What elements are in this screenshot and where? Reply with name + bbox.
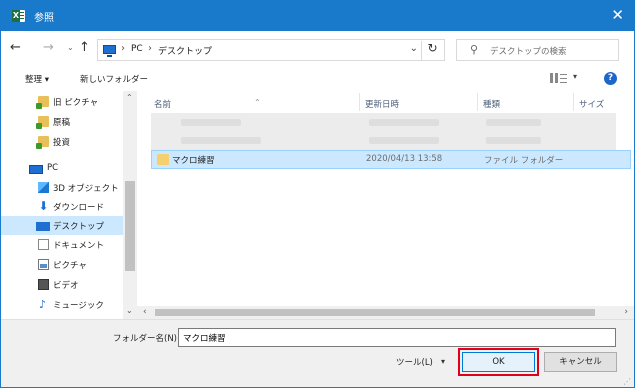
folder-name-field[interactable]: マクロ練習 — [178, 328, 616, 347]
sidebar-item-pc[interactable]: PC — [1, 159, 123, 178]
folder-icon — [36, 136, 49, 149]
scrollbar-thumb[interactable] — [155, 309, 595, 316]
breadcrumb-desktop[interactable]: デスクトップ — [158, 44, 212, 57]
sidebar-item-label: ピクチャ — [53, 261, 87, 271]
sidebar-item-label: PC — [47, 163, 59, 173]
view-options-icon[interactable] — [550, 72, 572, 84]
sidebar-item-label: 旧 ピクチャ — [53, 98, 99, 108]
sidebar-item-label: ドキュメント — [53, 241, 105, 251]
sidebar-item-label: デスクトップ — [53, 222, 105, 232]
dialog-footer: フォルダー名(N): マクロ練習 ツール(L) ▾ OK キャンセル ⋰ — [1, 319, 634, 387]
sidebar-item-old-pictures[interactable]: 旧 ピクチャ — [1, 92, 123, 111]
command-bar: 整理 ▾ 新しいフォルダー ▾ ? — [1, 67, 634, 91]
column-header-modified[interactable]: 更新日時 — [365, 98, 399, 110]
view-dropdown-icon[interactable]: ▾ — [573, 72, 577, 81]
music-icon: ♪ — [39, 298, 47, 311]
close-icon[interactable]: ✕ — [611, 7, 624, 23]
scroll-left-icon[interactable]: ‹ — [143, 307, 147, 317]
sidebar-item-label: 投資 — [53, 138, 71, 148]
sidebar-item-videos[interactable]: ビデオ — [1, 275, 123, 294]
redacted-row — [151, 131, 616, 150]
refresh-button[interactable]: ↻ — [421, 41, 443, 61]
videos-icon — [38, 279, 49, 290]
browse-dialog: X 参照 ✕ ← → ⌄ ↑ › PC › デスクトップ ⌄ ↻ ⚲ デスクトッ… — [0, 0, 635, 388]
address-dropdown-icon[interactable]: ⌄ — [410, 43, 418, 54]
search-input[interactable]: ⚲ デスクトップの検索 — [456, 39, 619, 61]
file-name: マクロ練習 — [172, 156, 215, 166]
scrollbar-thumb[interactable] — [125, 181, 135, 271]
organize-button[interactable]: 整理 ▾ — [25, 73, 49, 85]
sidebar-item-manuscript[interactable]: 原稿 — [1, 112, 123, 131]
search-icon: ⚲ — [470, 43, 479, 56]
pictures-icon — [38, 259, 49, 270]
folder-icon — [36, 96, 49, 109]
sidebar-item-music[interactable]: ♪ ミュージック — [1, 295, 123, 314]
pc-icon — [103, 45, 116, 57]
excel-icon: X — [12, 10, 25, 22]
sidebar-item-investment[interactable]: 投資 — [1, 132, 123, 151]
sidebar-item-label: ミュージック — [53, 301, 104, 311]
breadcrumb-separator[interactable]: › — [121, 43, 125, 54]
forward-button[interactable]: → — [43, 40, 54, 55]
folder-icon — [36, 116, 49, 129]
file-modified: 2020/04/13 13:58 — [366, 154, 443, 164]
sidebar-item-label: ビデオ — [53, 281, 79, 291]
window-title: 参照 — [34, 13, 54, 24]
column-headers: 名前 ⌃ 更新日時 種類 サイズ — [137, 91, 634, 113]
sidebar-item-3d-objects[interactable]: 3D オブジェクト — [1, 178, 123, 197]
breadcrumb-separator[interactable]: › — [148, 43, 152, 54]
column-header-type[interactable]: 種類 — [483, 98, 500, 110]
navigation-pane-scrollbar[interactable]: ⌃ ⌄ — [123, 91, 137, 319]
scroll-up-icon[interactable]: ⌃ — [126, 93, 133, 102]
3d-objects-icon — [38, 182, 49, 193]
cancel-button[interactable]: キャンセル — [544, 352, 617, 372]
address-row: ← → ⌄ ↑ › PC › デスクトップ ⌄ ↻ ⚲ デスクトップの検索 — [1, 31, 634, 67]
documents-icon — [38, 239, 49, 250]
help-icon[interactable]: ? — [604, 72, 617, 85]
folder-icon — [157, 154, 169, 165]
tools-dropdown-icon[interactable]: ▾ — [441, 357, 445, 366]
breadcrumb-pc[interactable]: PC — [131, 44, 143, 54]
sidebar-item-pictures[interactable]: ピクチャ — [1, 255, 123, 274]
recent-locations-chevron-icon[interactable]: ⌄ — [67, 43, 74, 52]
sidebar-item-label: ダウンロード — [53, 203, 105, 213]
sidebar-item-downloads[interactable]: ⬇ ダウンロード — [1, 197, 123, 216]
sidebar-item-label: 原稿 — [53, 118, 71, 128]
up-folder-button[interactable]: ↑ — [79, 40, 90, 55]
column-header-size[interactable]: サイズ — [579, 98, 604, 110]
column-header-name[interactable]: 名前 — [154, 98, 171, 110]
redacted-row — [151, 113, 616, 132]
ok-button[interactable]: OK — [462, 352, 535, 372]
scroll-right-icon[interactable]: › — [624, 307, 628, 317]
refresh-icon: ↻ — [427, 41, 438, 55]
search-placeholder: デスクトップの検索 — [490, 47, 567, 57]
sidebar-item-label: 3D オブジェクト — [53, 184, 119, 194]
sidebar-item-documents[interactable]: ドキュメント — [1, 235, 123, 254]
sidebar-item-desktop[interactable]: デスクトップ — [1, 216, 123, 235]
folder-name-label: フォルダー名(N): — [113, 334, 180, 344]
navigation-pane: 旧 ピクチャ 原稿 投資 PC 3D オブジェクト ⬇ ダウンロード デスクトッ… — [1, 91, 137, 319]
file-list: 名前 ⌃ 更新日時 種類 サイズ マクロ練習 2020/04/13 13:58 … — [137, 91, 634, 319]
back-button[interactable]: ← — [10, 40, 21, 55]
sort-ascending-icon: ⌃ — [254, 98, 261, 107]
horizontal-scrollbar[interactable]: ‹ › — [137, 306, 634, 319]
file-type: ファイル フォルダー — [484, 156, 564, 166]
resize-grip-icon[interactable]: ⋰ — [623, 377, 631, 386]
scroll-down-icon[interactable]: ⌄ — [126, 306, 133, 315]
address-bar[interactable]: › PC › デスクトップ ⌄ — [97, 39, 445, 61]
desktop-icon — [36, 222, 50, 231]
download-icon: ⬇ — [38, 199, 49, 213]
table-row[interactable]: マクロ練習 2020/04/13 13:58 ファイル フォルダー — [151, 150, 631, 169]
pc-icon — [29, 165, 43, 174]
new-folder-button[interactable]: 新しいフォルダー — [80, 73, 148, 85]
title-bar: X 参照 ✕ — [1, 1, 634, 31]
tools-menu-button[interactable]: ツール(L) — [396, 356, 433, 368]
